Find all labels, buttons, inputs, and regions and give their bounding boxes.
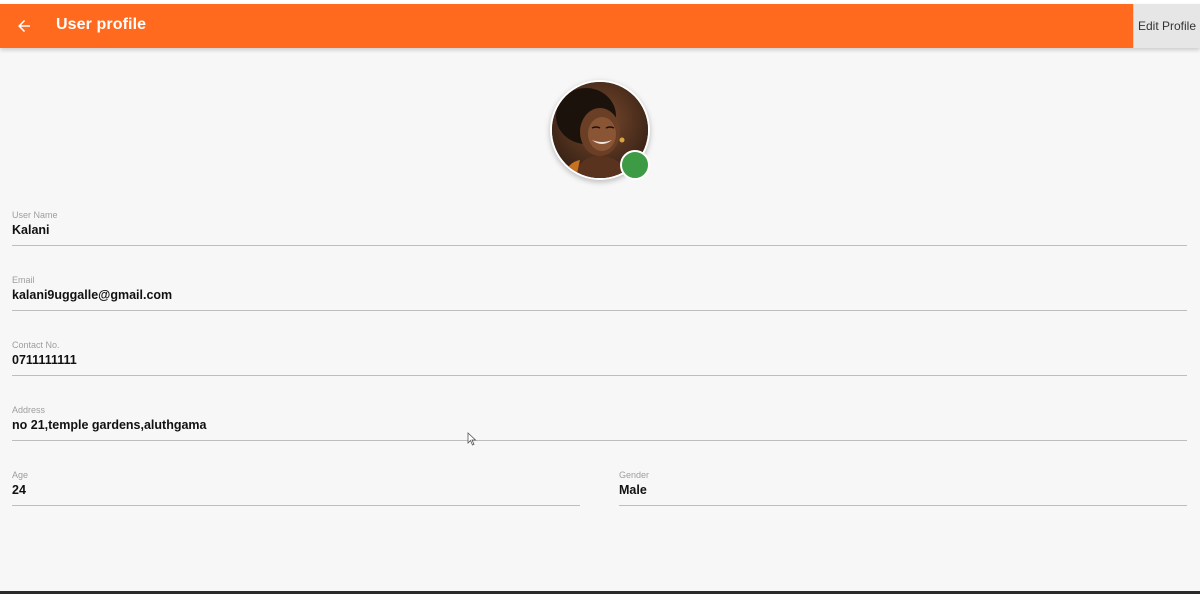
address-label: Address (12, 405, 46, 415)
gender-field[interactable]: Gender Male (619, 470, 1187, 506)
contact-value: 0711111111 (12, 353, 77, 367)
avatar-container (550, 80, 650, 180)
user-profile-screen: User profile Edit Profile User Name Kala… (0, 0, 1200, 594)
mouse-cursor-icon (467, 432, 477, 446)
contact-label: Contact No. (12, 340, 60, 350)
email-value: kalani9uggalle@gmail.com (12, 288, 173, 302)
email-field[interactable]: Email kalani9uggalle@gmail.com (12, 275, 1187, 311)
online-status-badge (620, 150, 650, 180)
edit-profile-button[interactable]: Edit Profile (1133, 4, 1200, 48)
back-arrow-icon[interactable] (10, 12, 38, 40)
user-name-field[interactable]: User Name Kalani (12, 210, 1187, 246)
age-label: Age (12, 470, 29, 480)
page-title: User profile (56, 16, 147, 33)
gender-value: Male (619, 483, 647, 497)
app-bar: User profile Edit Profile (0, 4, 1200, 48)
user-name-value: Kalani (12, 223, 50, 237)
age-field[interactable]: Age 24 (12, 470, 580, 506)
contact-field[interactable]: Contact No. 0711111111 (12, 340, 1187, 376)
email-label: Email (12, 275, 35, 285)
address-value: no 21,temple gardens,aluthgama (12, 418, 207, 432)
age-value: 24 (12, 483, 26, 497)
user-name-label: User Name (12, 210, 58, 220)
gender-label: Gender (619, 470, 650, 480)
address-field[interactable]: Address no 21,temple gardens,aluthgama (12, 405, 1187, 441)
